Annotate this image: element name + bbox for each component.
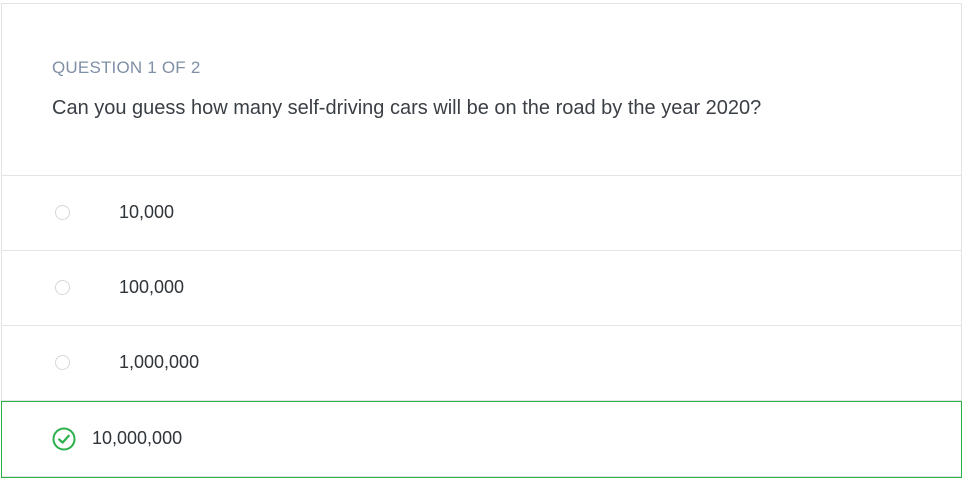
- answer-label: 10,000: [119, 202, 175, 222]
- radio-circle-icon[interactable]: [55, 280, 70, 295]
- question-counter: QUESTION 1 OF 2: [52, 58, 201, 77]
- answer-option-2[interactable]: 100,000: [2, 251, 961, 326]
- answer-option-1[interactable]: 10,000: [2, 176, 961, 251]
- quiz-card: QUESTION 1 OF 2 Can you guess how many s…: [1, 3, 962, 478]
- answer-option-3[interactable]: 1,000,000: [2, 326, 961, 401]
- check-circle-icon[interactable]: [52, 427, 76, 451]
- answer-label: 100,000: [119, 277, 185, 297]
- question-header: QUESTION 1 OF 2 Can you guess how many s…: [2, 4, 961, 176]
- radio-circle-icon[interactable]: [55, 355, 70, 370]
- radio-circle-icon[interactable]: [55, 205, 70, 220]
- answer-label: 1,000,000: [119, 352, 200, 372]
- answer-option-4-selected[interactable]: 10,000,000: [1, 401, 962, 478]
- answer-label: 10,000,000: [92, 428, 183, 448]
- question-text: Can you guess how many self-driving cars…: [52, 97, 762, 119]
